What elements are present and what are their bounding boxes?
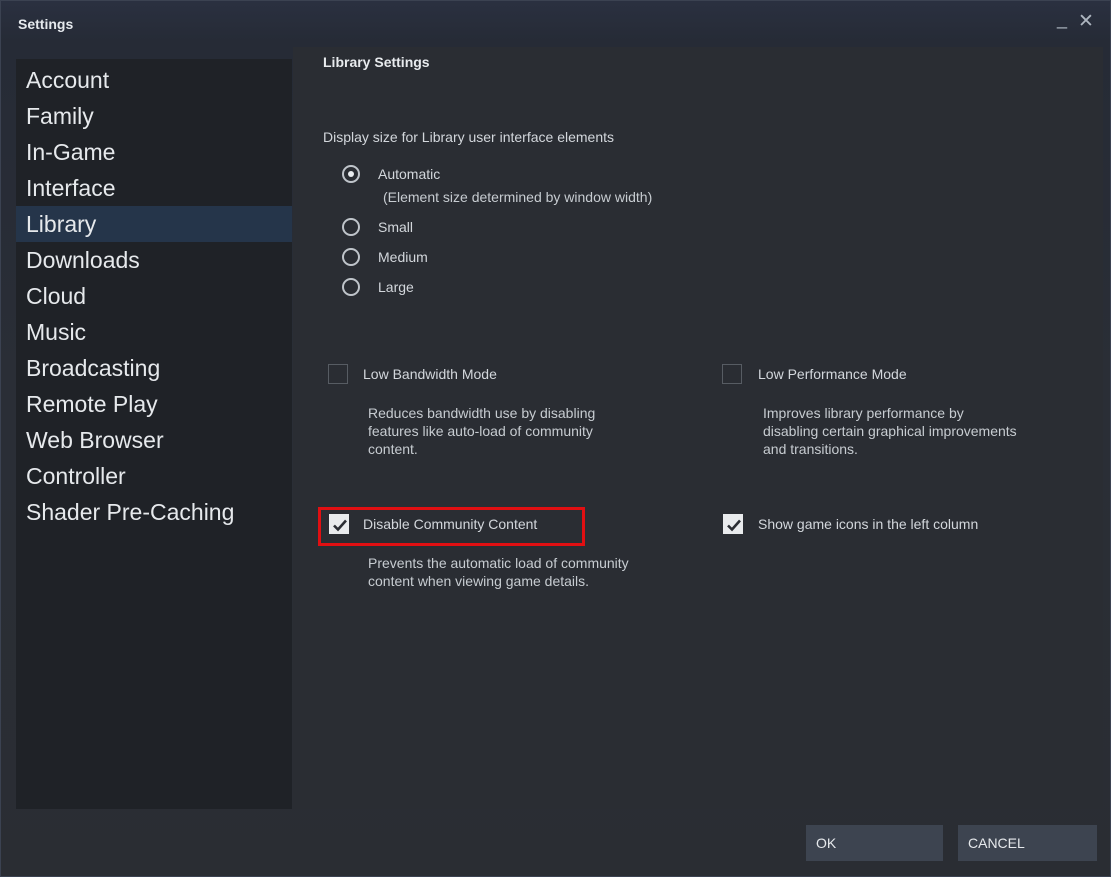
- sidebar-item-controller[interactable]: Controller: [16, 458, 292, 494]
- desc-line: Reduces bandwidth use by disabling: [368, 405, 596, 421]
- window-title: Settings: [18, 16, 74, 32]
- disable-community-label[interactable]: Disable Community Content: [363, 516, 537, 532]
- radio-selected-icon[interactable]: [342, 165, 360, 183]
- disable-community-checkbox[interactable]: [329, 514, 349, 534]
- desc-line: features like auto-load of community: [368, 423, 593, 439]
- show-game-icons-label[interactable]: Show game icons in the left column: [758, 516, 978, 532]
- low-performance-checkbox[interactable]: [722, 364, 742, 384]
- radio-label-medium: Medium: [378, 249, 428, 265]
- page-title: Library Settings: [323, 54, 430, 70]
- radio-unselected-icon[interactable]: [342, 278, 360, 296]
- sidebar-item-account[interactable]: Account: [16, 62, 292, 98]
- sidebar-item-library[interactable]: Library: [16, 206, 292, 242]
- settings-window: Settings _ ✕ Account Family In-Game Inte…: [0, 0, 1111, 877]
- sidebar-item-web-browser[interactable]: Web Browser: [16, 422, 292, 458]
- sidebar-item-downloads[interactable]: Downloads: [16, 242, 292, 278]
- desc-line: content when viewing game details.: [368, 573, 590, 589]
- minimize-icon[interactable]: _: [1057, 9, 1067, 29]
- title-bar[interactable]: Settings _ ✕: [1, 1, 1110, 47]
- low-bandwidth-description: Reduces bandwidth use by disabling featu…: [368, 404, 595, 458]
- sidebar-item-cloud[interactable]: Cloud: [16, 278, 292, 314]
- desc-line: Prevents the automatic load of community: [368, 555, 629, 571]
- ok-button[interactable]: OK: [806, 825, 943, 861]
- radio-label-small: Small: [378, 219, 414, 235]
- radio-unselected-icon[interactable]: [342, 248, 360, 266]
- display-size-label: Display size for Library user interface …: [323, 129, 615, 145]
- low-performance-description: Improves library performance by disablin…: [763, 404, 1017, 458]
- low-bandwidth-label[interactable]: Low Bandwidth Mode: [363, 366, 497, 382]
- sidebar-item-interface[interactable]: Interface: [16, 170, 292, 206]
- show-game-icons-checkbox[interactable]: [723, 514, 743, 534]
- radio-unselected-icon[interactable]: [342, 218, 360, 236]
- checkmark-icon: [333, 519, 347, 532]
- automatic-note: (Element size determined by window width…: [383, 189, 653, 205]
- desc-line: Improves library performance by: [763, 405, 964, 421]
- desc-line: and transitions.: [763, 441, 858, 457]
- desc-line: content.: [368, 441, 418, 457]
- disable-community-description: Prevents the automatic load of community…: [368, 554, 629, 590]
- sidebar-item-in-game[interactable]: In-Game: [16, 134, 292, 170]
- sidebar-item-music[interactable]: Music: [16, 314, 292, 350]
- checkmark-icon: [727, 519, 741, 532]
- sidebar-item-broadcasting[interactable]: Broadcasting: [16, 350, 292, 386]
- sidebar-item-remote-play[interactable]: Remote Play: [16, 386, 292, 422]
- sidebar-item-family[interactable]: Family: [16, 98, 292, 134]
- sidebar-item-shader-pre-caching[interactable]: Shader Pre-Caching: [16, 494, 292, 530]
- desc-line: disabling certain graphical improvements: [763, 423, 1017, 439]
- radio-label-large: Large: [378, 279, 414, 295]
- low-bandwidth-checkbox[interactable]: [328, 364, 348, 384]
- low-performance-label[interactable]: Low Performance Mode: [758, 366, 907, 382]
- radio-label-automatic: Automatic: [378, 166, 441, 182]
- close-icon[interactable]: ✕: [1078, 12, 1094, 32]
- cancel-button[interactable]: CANCEL: [958, 825, 1097, 861]
- settings-sidebar: Account Family In-Game Interface Library…: [16, 59, 292, 809]
